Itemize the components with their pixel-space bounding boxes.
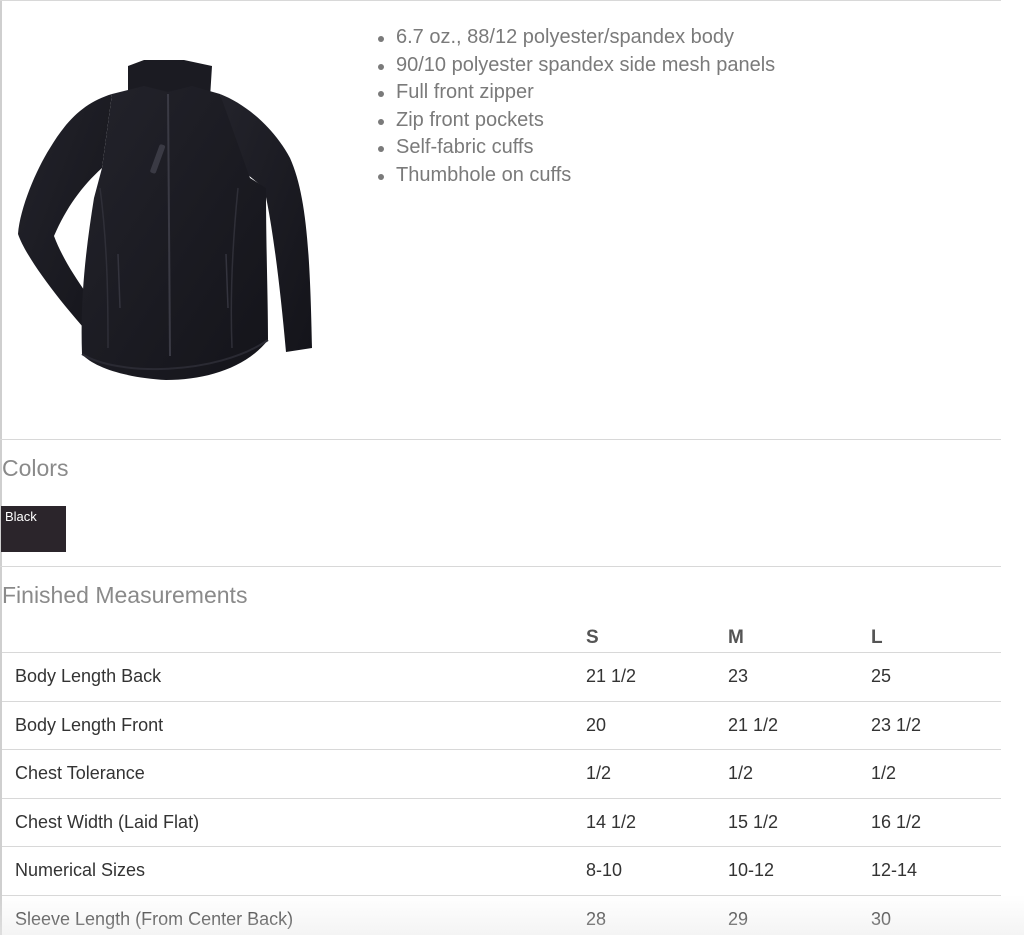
bullet-icon [378, 118, 384, 125]
table-row: Chest Width (Laid Flat) 14 1/2 15 1/2 16… [2, 798, 1001, 847]
header-size-s: S [586, 616, 728, 653]
measurements-table: S M L Body Length Back 21 1/2 23 25 Body… [2, 616, 1001, 935]
row-label: Chest Width (Laid Flat) [2, 798, 586, 847]
feature-list: 6.7 oz., 88/12 polyester/spandex body 90… [375, 24, 775, 189]
feature-text: Thumbhole on cuffs [396, 163, 572, 186]
table-row: Chest Tolerance 1/2 1/2 1/2 [2, 749, 1001, 799]
feature-item: 6.7 oz., 88/12 polyester/spandex body [375, 24, 775, 52]
row-label: Numerical Sizes [2, 846, 586, 896]
row-label: Body Length Back [2, 652, 586, 702]
cell-l: 12-14 [871, 846, 1001, 896]
cell-s: 28 [586, 895, 728, 935]
feature-item: Full front zipper [375, 79, 775, 107]
color-swatch-black[interactable]: Black [1, 506, 66, 552]
cell-l: 30 [871, 895, 1001, 935]
cell-l: 25 [871, 652, 1001, 702]
feature-text: Full front zipper [396, 81, 534, 103]
row-label: Body Length Front [2, 701, 586, 750]
bullet-icon [378, 36, 384, 42]
measurements-title: Finished Measurements [2, 582, 248, 608]
top-divider [0, 0, 1001, 1]
table-header-row: S M L [2, 616, 1001, 653]
jacket-icon [18, 60, 312, 380]
jacket-image [16, 58, 316, 382]
table-row: Sleeve Length (From Center Back) 28 29 3… [2, 895, 1001, 935]
cell-s: 20 [586, 701, 728, 750]
cell-l: 23 1/2 [871, 701, 1001, 750]
bullet-icon [378, 173, 384, 180]
colors-title: Colors [2, 455, 69, 481]
feature-text: 90/10 polyester spandex side mesh panels [396, 53, 776, 76]
cell-m: 21 1/2 [728, 701, 871, 750]
header-size-l: L [871, 616, 1001, 653]
cell-m: 1/2 [728, 749, 871, 799]
feature-item: Zip front pockets [375, 107, 775, 135]
cell-l: 1/2 [871, 749, 1001, 799]
cell-m: 10-12 [728, 846, 871, 896]
cell-l: 16 1/2 [871, 798, 1001, 847]
cell-m: 23 [728, 652, 871, 702]
feature-item: Thumbhole on cuffs [375, 162, 775, 190]
feature-text: Zip front pockets [396, 108, 544, 131]
row-label: Sleeve Length (From Center Back) [2, 895, 586, 935]
section-divider [0, 439, 1001, 440]
bullet-icon [378, 146, 384, 152]
table-row: Numerical Sizes 8-10 10-12 12-14 [2, 846, 1001, 896]
feature-item: Self-fabric cuffs [375, 134, 775, 162]
section-divider [0, 566, 1001, 567]
bullet-icon [378, 91, 384, 97]
cell-s: 1/2 [586, 749, 728, 799]
table-row: Body Length Front 20 21 1/2 23 1/2 [2, 701, 1001, 750]
cell-s: 14 1/2 [586, 798, 728, 847]
header-blank [2, 616, 586, 653]
cell-m: 15 1/2 [728, 798, 871, 847]
bullet-icon [378, 63, 384, 70]
row-label: Chest Tolerance [2, 749, 586, 799]
cell-m: 29 [728, 895, 871, 935]
product-detail-page: 6.7 oz., 88/12 polyester/spandex body 90… [0, 0, 1024, 935]
feature-text: Self-fabric cuffs [396, 136, 534, 158]
header-size-m: M [728, 616, 871, 653]
swatch-label: Black [5, 509, 37, 524]
feature-item: 90/10 polyester spandex side mesh panels [375, 52, 775, 80]
feature-text: 6.7 oz., 88/12 polyester/spandex body [396, 26, 735, 48]
cell-s: 8-10 [586, 846, 728, 896]
cell-s: 21 1/2 [586, 652, 728, 702]
table-row: Body Length Back 21 1/2 23 25 [2, 652, 1001, 702]
